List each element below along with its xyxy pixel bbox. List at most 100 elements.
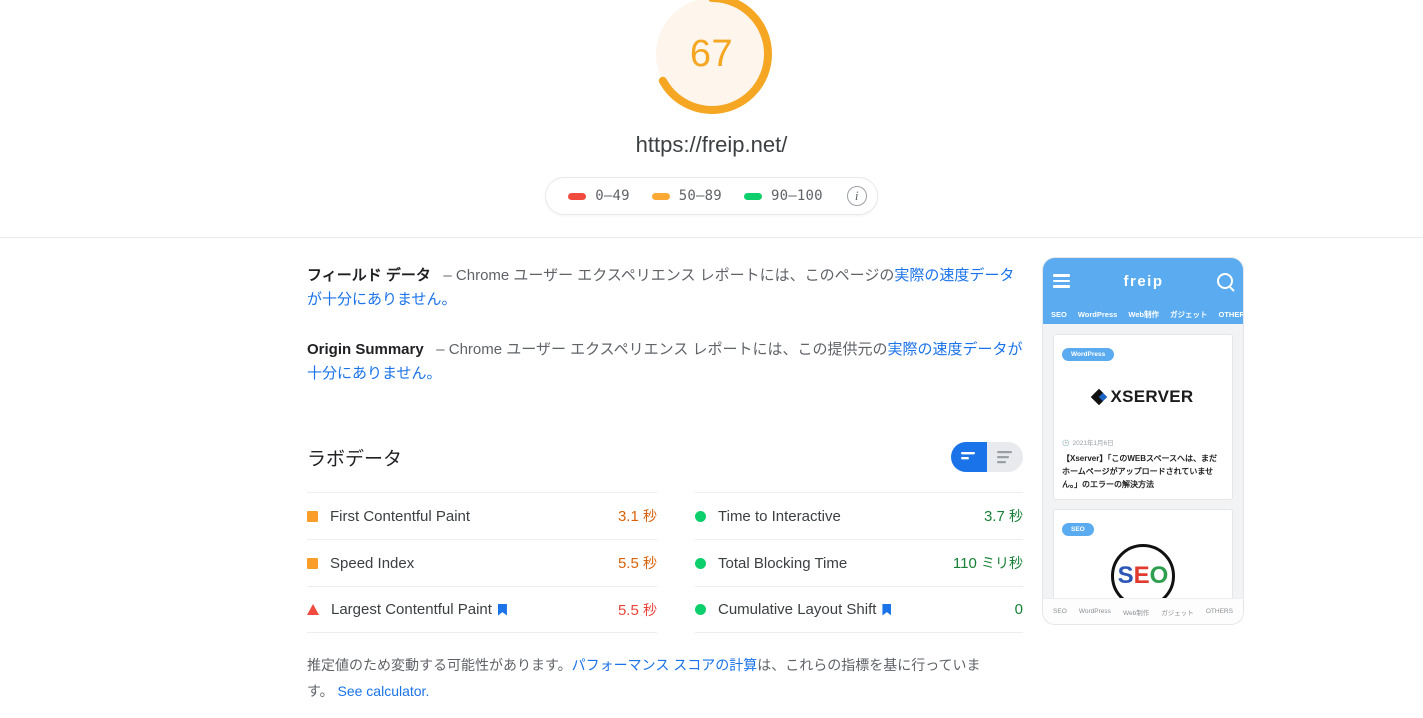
metric-number: 110 xyxy=(952,555,977,572)
status-circle-icon xyxy=(695,557,706,569)
metric-number: 5.5 xyxy=(617,555,639,572)
final-screenshot-thumbnail[interactable]: freip SEO WordPress Web制作 ガジェット OTHERS W… xyxy=(1043,258,1243,624)
view-toggle-group[interactable] xyxy=(951,442,1023,472)
metric-unit: 秒 xyxy=(643,601,657,618)
origin-summary-title: Origin Summary xyxy=(307,341,424,358)
analyzed-url: https://freip.net/ xyxy=(635,132,788,157)
metric-label: Time to Interactive xyxy=(718,507,841,525)
legend-range-poor: 0–49 xyxy=(568,188,630,204)
status-triangle-icon xyxy=(307,604,319,615)
metric-label: Largest Contentful Paint xyxy=(331,601,492,618)
screenshot-site-header: freip xyxy=(1043,258,1243,304)
seo-letter-e: E xyxy=(1133,562,1150,589)
performance-score-gauge[interactable]: 67 xyxy=(648,0,776,118)
field-data-dash: – xyxy=(443,267,452,284)
score-legend: 0–49 50–89 90–100 i xyxy=(545,177,878,215)
detail-view-icon xyxy=(996,450,1012,463)
legend-label-good: 90–100 xyxy=(770,188,823,204)
nav-item-web: Web制作 xyxy=(1128,309,1160,319)
metric-number: 5.5 xyxy=(617,601,639,619)
metric-unit: ミリ秒 xyxy=(981,555,1023,571)
nav-item-others: OTHERS xyxy=(1218,309,1243,319)
metric-label: Cumulative Layout Shift xyxy=(718,601,877,618)
metric-number: 3.1 xyxy=(617,508,639,525)
metrics-column-left: First Contentful Paint 3.1 秒 Speed Index… xyxy=(307,492,657,633)
metric-row-total-blocking-time[interactable]: Total Blocking Time 110 ミリ秒 xyxy=(695,539,1023,586)
performance-score-calculation-link[interactable]: パフォーマンス スコアの計算 xyxy=(572,657,758,673)
screenshot-article-card-1: WordPress XSERVER 2021年1月6日 【Xserver】「この… xyxy=(1053,334,1233,500)
xserver-mark-icon xyxy=(1091,388,1108,406)
seo-letter-s: S xyxy=(1117,562,1134,589)
footnote-text-1: 推定値のため変動する可能性があります。 xyxy=(307,657,572,673)
metric-unit: 秒 xyxy=(1009,508,1023,524)
legend-label-average: 50–89 xyxy=(678,188,722,204)
article-date: 2021年1月6日 xyxy=(1062,437,1224,447)
info-icon[interactable]: i xyxy=(846,186,867,206)
metric-row-cumulative-layout-shift[interactable]: Cumulative Layout Shift 0 xyxy=(695,586,1023,633)
article-tag: WordPress xyxy=(1062,348,1115,361)
status-square-icon xyxy=(307,557,318,569)
screenshot-site-nav: SEO WordPress Web制作 ガジェット OTHERS xyxy=(1043,304,1243,324)
metric-value: 5.5 秒 xyxy=(618,553,657,573)
metric-value: 5.5 秒 xyxy=(618,600,657,620)
metric-label: Total Blocking Time xyxy=(718,554,848,572)
bottom-nav-item-seo: SEO xyxy=(1053,608,1067,615)
legend-range-average: 50–89 xyxy=(651,188,722,204)
legend-swatch-poor xyxy=(568,192,587,200)
origin-summary-dash: – xyxy=(436,341,445,358)
xserver-logo: XSERVER xyxy=(1062,387,1224,407)
screenshot-bottom-nav: SEO WordPress Web制作 ガジェット OTHERS xyxy=(1043,598,1243,624)
nav-item-gadget: ガジェット xyxy=(1170,309,1208,319)
screenshot-site-brand: freip xyxy=(1123,272,1164,290)
bottom-nav-item-wordpress: WordPress xyxy=(1078,608,1111,615)
score-value: 67 xyxy=(689,33,734,75)
status-circle-icon xyxy=(695,510,706,522)
bottom-nav-item-web: Web制作 xyxy=(1122,609,1150,617)
field-data-title: フィールド データ xyxy=(307,267,431,284)
legend-swatch-average xyxy=(651,192,670,200)
hamburger-menu-icon xyxy=(1053,271,1070,291)
lab-data-header: ラボデータ xyxy=(307,440,1023,474)
lab-metrics-grid: First Contentful Paint 3.1 秒 Speed Index… xyxy=(307,492,1023,633)
search-icon xyxy=(1216,273,1233,289)
metric-unit: 秒 xyxy=(643,555,657,571)
page-screenshot-column: freip SEO WordPress Web制作 ガジェット OTHERS W… xyxy=(1043,258,1243,624)
seo-letter-o: O xyxy=(1149,562,1169,589)
legend-label-poor: 0–49 xyxy=(595,188,630,204)
metric-value: 110 ミリ秒 xyxy=(953,553,1023,573)
toggle-compact-view-button[interactable] xyxy=(951,442,987,472)
field-data-paragraph: フィールド データ – Chrome ユーザー エクスペリエンス レポートには、… xyxy=(307,264,1023,312)
lab-data-footnote: 推定値のため変動する可能性があります。パフォーマンス スコアの計算は、これらの指… xyxy=(307,652,1023,704)
origin-summary-paragraph: Origin Summary – Chrome ユーザー エクスペリエンス レポ… xyxy=(307,338,1023,386)
report-main-column: フィールド データ – Chrome ユーザー エクスペリエンス レポートには、… xyxy=(307,238,1023,718)
core-web-vital-bookmark-icon xyxy=(497,603,507,616)
article-title: 【Xserver】「このWEBスペースへは、まだホームページがアップロードされて… xyxy=(1062,454,1218,489)
lab-data-title: ラボデータ xyxy=(307,448,403,470)
article-tag: SEO xyxy=(1062,523,1094,536)
metric-number: 0 xyxy=(1014,601,1023,618)
bottom-nav-item-others: OTHERS xyxy=(1205,608,1233,615)
core-web-vital-bookmark-icon xyxy=(882,603,892,616)
metric-row-time-to-interactive[interactable]: Time to Interactive 3.7 秒 xyxy=(695,492,1023,539)
metric-label: First Contentful Paint xyxy=(330,507,471,525)
nav-item-seo: SEO xyxy=(1051,309,1067,319)
metric-row-first-contentful-paint[interactable]: First Contentful Paint 3.1 秒 xyxy=(307,492,657,539)
field-data-text: Chrome ユーザー エクスペリエンス レポートには、このページの xyxy=(455,267,895,284)
metrics-column-right: Time to Interactive 3.7 秒 Total Blocking… xyxy=(695,492,1023,633)
legend-range-good: 90–100 xyxy=(743,188,823,204)
metric-value: 3.1 秒 xyxy=(618,506,657,526)
metric-number: 3.7 xyxy=(983,508,1005,525)
xserver-logo-text: XSERVER xyxy=(1110,387,1194,406)
score-header-section: 67 https://freip.net/ 0–49 50–89 90–100 … xyxy=(0,0,1423,238)
toggle-detail-view-button[interactable] xyxy=(987,442,1023,472)
bottom-nav-item-gadget: ガジェット xyxy=(1161,609,1194,617)
status-square-icon xyxy=(307,510,318,522)
metric-value: 0 xyxy=(1015,601,1023,618)
compact-view-icon xyxy=(960,452,975,460)
metric-value: 3.7 秒 xyxy=(984,506,1023,526)
legend-swatch-good xyxy=(743,192,762,200)
metric-label: Speed Index xyxy=(330,554,415,572)
metric-row-speed-index[interactable]: Speed Index 5.5 秒 xyxy=(307,539,657,586)
metric-row-largest-contentful-paint[interactable]: Largest Contentful Paint 5.5 秒 xyxy=(307,586,657,633)
see-calculator-link[interactable]: See calculator. xyxy=(338,683,430,699)
